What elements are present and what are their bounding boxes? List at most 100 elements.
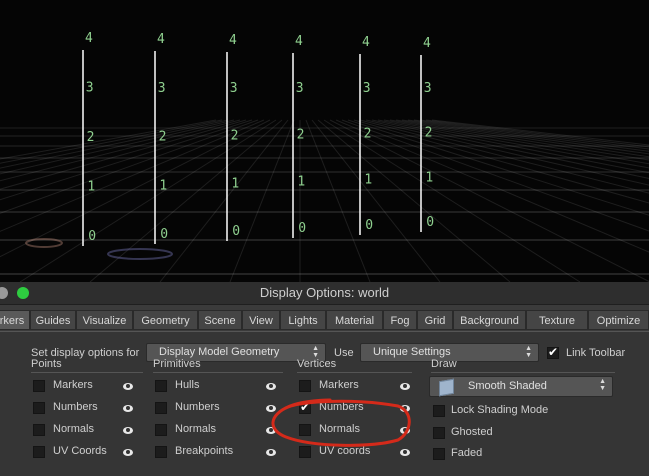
link-toolbar-label: Link Toolbar xyxy=(566,347,626,359)
primitives-section-title: Primitives xyxy=(153,358,201,370)
points-item-label: UV Coords xyxy=(53,445,107,457)
visibility-eye-icon[interactable] xyxy=(123,383,133,390)
visibility-eye-icon[interactable] xyxy=(266,383,276,390)
primitives-numbers-checkbox[interactable] xyxy=(155,402,167,414)
viewport-scene: 4 3 2 1 0 4 3 2 1 0 4 3 2 1 0 4 3 2 1 0 4 3 2 1 0 4 3 2 1 0 xyxy=(0,31,649,282)
points-section-title: Points xyxy=(31,358,62,370)
vertex-number-label: 2 xyxy=(87,130,95,145)
vertices-item-label: Markers xyxy=(319,379,359,391)
select-arrows-icon: ▲ ▼ xyxy=(599,378,606,392)
vertices-item-label: Normals xyxy=(319,423,360,435)
points-numbers-checkbox[interactable] xyxy=(33,402,45,414)
visibility-eye-icon[interactable] xyxy=(266,427,276,434)
points-uv-coords-checkbox[interactable] xyxy=(33,446,45,458)
vertex-number-label: 2 xyxy=(297,128,305,143)
grid-line xyxy=(0,119,271,258)
use-settings-value: Unique Settings xyxy=(373,346,451,358)
primitives-item-label: Normals xyxy=(175,423,216,435)
vertex-number-label: 3 xyxy=(230,81,238,96)
vertex-number-label: 0 xyxy=(298,221,306,236)
points-normals-checkbox[interactable] xyxy=(33,424,45,436)
tab-bar: rkers Guides Visualize Geometry Scene View Lig… xyxy=(0,310,649,331)
display-options-window: Display Options: world rkers Guides Visual… xyxy=(0,282,649,476)
vertex-number-label: 4 xyxy=(157,32,165,47)
tab-rkers[interactable]: rkers xyxy=(0,310,30,330)
vertex-number-label: 2 xyxy=(425,126,433,141)
points-item-label: Normals xyxy=(53,423,94,435)
3d-viewport[interactable]: 4 3 2 1 0 4 3 2 1 0 4 3 2 1 0 4 3 2 1 0 4 3 2 1 0 4 3 2 1 0 xyxy=(0,0,649,282)
options-panel: Set display options for Display Model Ge… xyxy=(0,331,649,476)
visibility-eye-icon[interactable] xyxy=(266,449,276,456)
tab-lights[interactable]: Lights xyxy=(280,310,326,330)
primitives-hulls-checkbox[interactable] xyxy=(155,380,167,392)
vertex-number-label: 0 xyxy=(426,215,434,230)
tab-fog[interactable]: Fog xyxy=(383,310,417,330)
visibility-eye-icon[interactable] xyxy=(123,449,133,456)
primitives-item-label: Breakpoints xyxy=(175,445,234,457)
tab-view[interactable]: View xyxy=(242,310,280,330)
tab-background[interactable]: Background xyxy=(453,310,526,330)
vertex-number-label: 0 xyxy=(160,227,168,242)
tab-visualize[interactable]: Visualize xyxy=(76,310,133,330)
visibility-eye-icon[interactable] xyxy=(266,405,276,412)
check-icon: ✔ xyxy=(300,400,311,414)
vertex-number-label: 1 xyxy=(87,180,95,195)
visibility-eye-icon[interactable] xyxy=(123,427,133,434)
tab-texture[interactable]: Texture xyxy=(526,310,588,330)
grid-line xyxy=(159,119,289,282)
vertex-number-label: 2 xyxy=(231,129,239,144)
display-geometry-value: Display Model Geometry xyxy=(159,346,280,358)
visibility-eye-icon[interactable] xyxy=(123,405,133,412)
primitives-normals-checkbox[interactable] xyxy=(155,424,167,436)
tab-scene[interactable]: Scene xyxy=(198,310,242,330)
vertex-number-label: 1 xyxy=(231,176,239,191)
draw-faded-checkbox[interactable] xyxy=(433,448,445,460)
title-bar[interactable]: Display Options: world xyxy=(0,282,649,305)
vertices-normals-checkbox[interactable] xyxy=(299,424,311,436)
grid-line xyxy=(317,119,511,282)
tab-grid[interactable]: Grid xyxy=(417,310,453,330)
vertex-number-label: 1 xyxy=(159,178,167,193)
points-item-label: Numbers xyxy=(53,401,98,413)
primitives-breakpoints-checkbox[interactable] xyxy=(155,446,167,458)
tab-guides[interactable]: Guides xyxy=(30,310,76,330)
vertex-number-label: 3 xyxy=(424,81,432,96)
vertex-number-label: 0 xyxy=(365,218,373,233)
grid-line xyxy=(19,119,277,282)
vertex-number-label: 4 xyxy=(295,34,303,49)
select-arrows-icon: ▲ ▼ xyxy=(525,345,532,359)
visibility-eye-icon[interactable] xyxy=(400,383,410,390)
visibility-eye-icon[interactable] xyxy=(400,449,410,456)
shading-mode-select[interactable]: Smooth Shaded ▲ ▼ xyxy=(429,376,613,397)
vertex-number-label: 4 xyxy=(423,36,431,51)
section-divider xyxy=(431,372,615,373)
primitives-item-label: Numbers xyxy=(175,401,220,413)
grid-line xyxy=(323,119,581,282)
tab-material[interactable]: Material xyxy=(326,310,383,330)
link-toolbar-checkbox[interactable]: ✔ xyxy=(547,345,559,359)
tab-geometry[interactable]: Geometry xyxy=(133,310,198,330)
draw-ghosted-checkbox[interactable] xyxy=(433,427,445,439)
draw-option-label: Lock Shading Mode xyxy=(451,404,549,416)
vertices-item-label: Numbers xyxy=(319,401,364,413)
grid-line xyxy=(229,119,295,282)
vertex-number-label: 4 xyxy=(229,33,237,48)
draw-lock-shading-mode-checkbox[interactable] xyxy=(433,405,445,417)
vertex-number-label: 3 xyxy=(86,81,94,96)
vertices-uv-coords-checkbox[interactable] xyxy=(299,446,311,458)
section-divider xyxy=(31,372,143,373)
points-markers-checkbox[interactable] xyxy=(33,380,45,392)
vertices-numbers-checkbox[interactable]: ✔ xyxy=(299,400,311,414)
floor-marker xyxy=(107,248,173,260)
vertex-number-label: 0 xyxy=(232,224,240,239)
section-divider xyxy=(297,372,412,373)
visibility-eye-icon[interactable] xyxy=(400,427,410,434)
check-icon: ✔ xyxy=(548,345,559,359)
select-arrows-icon: ▲ ▼ xyxy=(312,345,319,359)
visibility-eye-icon[interactable] xyxy=(400,405,410,412)
vertex-number-label: 3 xyxy=(363,81,371,96)
vertex-number-label: 4 xyxy=(362,35,370,50)
tab-optimize[interactable]: Optimize xyxy=(588,310,649,330)
vertices-markers-checkbox[interactable] xyxy=(299,380,311,392)
vertex-number-label: 3 xyxy=(158,81,166,96)
